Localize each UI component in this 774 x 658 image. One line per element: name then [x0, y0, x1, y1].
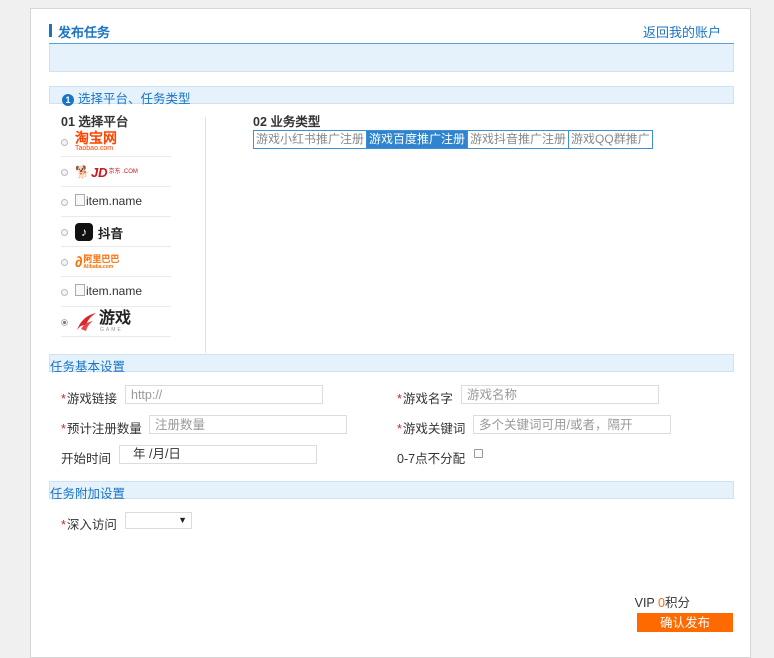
page-header: 发布任务 返回我的账户	[49, 21, 735, 43]
jd-dog-icon: 🐕	[75, 165, 90, 179]
alibaba-logo: ∂ 阿里巴巴 Alibaba.com	[75, 253, 120, 271]
reg-count-input[interactable]	[149, 415, 347, 434]
platform-item-taobao[interactable]: 淘宝网 Taobao.com	[61, 127, 171, 157]
platform-radio[interactable]	[61, 199, 68, 206]
notice-bar	[49, 44, 734, 72]
deep-visit-label: *深入访问	[61, 518, 117, 532]
no-dispatch-checkbox[interactable]	[474, 449, 483, 458]
confirm-publish-button[interactable]: 确认发布	[637, 613, 733, 632]
start-time-date-input[interactable]: 年 /月/日	[119, 445, 317, 464]
broken-image-icon: item.name	[75, 284, 142, 298]
platform-item-alibaba[interactable]: ∂ 阿里巴巴 Alibaba.com	[61, 247, 171, 277]
keywords-label: *游戏关键词	[397, 422, 466, 436]
tiktok-icon: ♪	[75, 223, 93, 241]
game-name-input[interactable]	[461, 385, 659, 404]
deep-visit-select[interactable]: ▼	[125, 512, 192, 529]
biz-tab-baidu[interactable]: 游戏百度推广注册	[367, 131, 469, 148]
platform-radio[interactable]	[61, 139, 68, 146]
platform-radio[interactable]	[61, 289, 68, 296]
dropdown-arrow-icon: ▼	[178, 515, 187, 525]
game-link-input[interactable]	[125, 385, 323, 404]
game-name-label: *游戏名字	[397, 392, 453, 406]
keywords-input[interactable]	[473, 415, 671, 434]
platform-radio[interactable]	[61, 169, 68, 176]
game-link-label: *游戏链接	[61, 392, 117, 406]
title-marker	[49, 24, 52, 37]
alibaba-smile-icon: ∂	[75, 253, 83, 271]
section-platform-type: 1 选择平台、任务类型	[49, 86, 734, 106]
biz-tab-qq-group[interactable]: 游戏QQ群推广	[569, 131, 652, 148]
biz-type-heading: 02 业务类型	[253, 115, 321, 129]
section-basic-settings: 任务基本设置	[49, 354, 734, 374]
section-title: 任务基本设置	[50, 360, 126, 374]
section-extra-settings: 任务附加设置	[49, 481, 734, 501]
platform-item-douyin[interactable]: ♪ 抖音	[61, 217, 171, 247]
column-divider	[205, 117, 206, 353]
game-swoosh-icon	[77, 313, 96, 331]
section-title: 任务附加设置	[50, 487, 126, 501]
platform-radio[interactable]	[61, 259, 68, 266]
platform-item-unknown-2[interactable]: item.name	[61, 277, 171, 307]
no-dispatch-label: 0-7点不分配	[397, 452, 466, 466]
biz-tab-xiaohongshu[interactable]: 游戏小红书推广注册	[254, 131, 368, 148]
biz-type-tabs: 游戏小红书推广注册 游戏百度推广注册 游戏抖音推广注册 游戏QQ群推广	[253, 130, 653, 149]
page-title: 发布任务	[58, 25, 111, 40]
platform-item-jd[interactable]: 🐕 JD 京东 .COM	[61, 157, 171, 187]
section-title: 选择平台、任务类型	[78, 92, 191, 106]
reg-count-label: *预计注册数量	[61, 422, 142, 436]
platform-radio[interactable]	[61, 229, 68, 236]
vip-points: VIP 0积分	[634, 596, 690, 610]
game-logo: 游戏 GAME	[75, 311, 131, 333]
back-to-account-link[interactable]: 返回我的账户	[643, 22, 721, 41]
start-time-label: 开始时间	[61, 452, 112, 466]
platform-radio-checked[interactable]	[61, 319, 68, 326]
douyin-logo: ♪ 抖音	[75, 221, 123, 243]
platform-list: 淘宝网 Taobao.com 🐕 JD 京东 .COM item.name ♪ 抖音 ∂…	[61, 127, 171, 337]
step-number-icon: 1	[62, 94, 74, 106]
broken-image-icon: item.name	[75, 194, 142, 208]
biz-tab-douyin[interactable]: 游戏抖音推广注册	[468, 131, 570, 148]
taobao-logo: 淘宝网 Taobao.com	[75, 129, 117, 152]
publish-task-panel: 发布任务 返回我的账户 1 选择平台、任务类型 01 选择平台 02 业务类型 淘…	[30, 8, 751, 658]
platform-item-unknown-1[interactable]: item.name	[61, 187, 171, 217]
jd-logo: 🐕 JD 京东 .COM	[75, 164, 138, 180]
platform-item-game[interactable]: 游戏 GAME	[61, 307, 171, 337]
